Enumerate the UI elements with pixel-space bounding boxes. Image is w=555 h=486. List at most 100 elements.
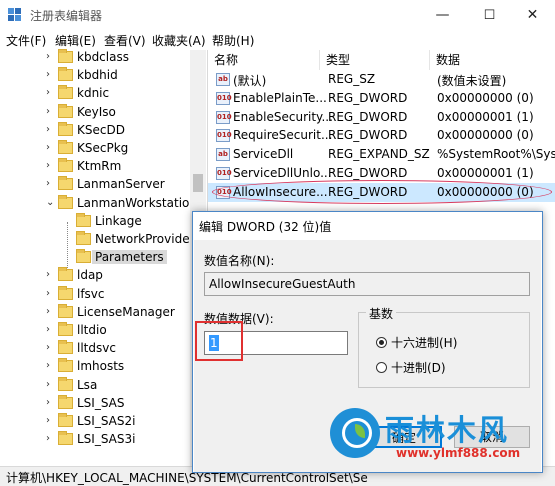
tree-item[interactable]: › LicenseManager xyxy=(0,303,207,322)
tree-item[interactable]: › ldap xyxy=(0,266,207,285)
tree-item-label: kbdhid xyxy=(77,68,118,83)
folder-icon xyxy=(58,322,73,336)
menu-bar: 文件(F) 编辑(E) 查看(V) 收藏夹(A) 帮助(H) xyxy=(0,30,555,50)
list-row[interactable]: 010 EnableSecurity... REG_DWORD 0x00000001 … xyxy=(208,108,555,127)
folder-icon xyxy=(58,49,73,63)
chevron-right-icon[interactable] xyxy=(64,233,72,245)
column-header-name[interactable]: 名称 xyxy=(208,50,320,70)
tree-item[interactable]: › lltdsvc xyxy=(0,339,207,358)
minimize-button[interactable]: — xyxy=(420,0,465,30)
binary-value-icon: 010 xyxy=(216,129,232,143)
folder-icon xyxy=(58,267,73,282)
chevron-right-icon[interactable]: › xyxy=(46,397,54,409)
chevron-right-icon[interactable]: › xyxy=(46,324,54,336)
tree-item-label: LSI_SAS3i xyxy=(77,432,136,447)
radio-hex[interactable] xyxy=(376,337,387,348)
tree-item[interactable]: › kbdhid xyxy=(0,66,207,85)
value-type: REG_DWORD xyxy=(328,166,408,180)
binary-value-icon: 010 xyxy=(216,110,232,124)
string-value-icon: ab xyxy=(216,148,230,162)
tree-item[interactable]: › LSI_SAS3i xyxy=(0,430,207,449)
tree-item-label: NetworkProvider xyxy=(95,232,195,246)
tree-item[interactable]: › LSI_SAS2i xyxy=(0,412,207,431)
folder-icon xyxy=(76,212,91,227)
value-data: %SystemRoot%\Syster xyxy=(437,147,555,162)
folder-icon xyxy=(58,121,73,136)
list-row[interactable]: 010 EnablePlainTe... REG_DWORD 0x00000000 (… xyxy=(208,89,555,108)
folder-icon xyxy=(58,85,73,100)
tree-item[interactable]: ⌄ LanmanWorkstation xyxy=(0,194,207,213)
maximize-button[interactable]: ☐ xyxy=(467,0,512,30)
list-row[interactable]: ab (默认) REG_SZ (数值未设置) xyxy=(208,70,555,89)
chevron-right-icon[interactable]: › xyxy=(46,306,54,318)
tree-item[interactable]: › KSecDD xyxy=(0,121,207,140)
tree-item-label: Linkage xyxy=(95,213,142,228)
chevron-right-icon[interactable] xyxy=(64,215,72,227)
chevron-right-icon[interactable]: › xyxy=(46,415,54,427)
value-data: 0x00000000 (0) xyxy=(437,90,534,105)
registry-tree[interactable]: › kbdclass › kbdhid › kdnic › KeyIso › KSecDD › KSe… xyxy=(0,48,208,466)
chevron-right-icon[interactable]: › xyxy=(46,360,54,372)
list-row[interactable]: ab ServiceDll REG_EXPAND_SZ %SystemRoot%\Sy… xyxy=(208,145,555,164)
menu-edit[interactable]: 编辑(E) xyxy=(55,32,96,49)
close-button[interactable]: ✕ xyxy=(510,0,555,30)
chevron-right-icon[interactable]: › xyxy=(46,69,54,81)
chevron-right-icon[interactable]: › xyxy=(46,142,54,154)
chevron-right-icon[interactable]: › xyxy=(46,379,54,391)
tree-item[interactable]: › KtmRm xyxy=(0,157,207,176)
value-type: REG_DWORD xyxy=(328,109,408,124)
radio-dec[interactable] xyxy=(376,362,387,373)
binary-value-icon: 010 xyxy=(216,91,232,105)
chevron-right-icon[interactable]: › xyxy=(46,342,54,354)
tree-item-label: KSecPkg xyxy=(77,141,129,155)
tree-scrollbar-thumb[interactable] xyxy=(193,174,203,192)
tree-item[interactable]: Parameters xyxy=(0,248,207,267)
tree-item[interactable]: › KeyIso xyxy=(0,103,207,122)
tree-item[interactable]: › KSecPkg xyxy=(0,139,207,158)
tree-item[interactable]: › lfsvc xyxy=(0,285,207,304)
column-header-type[interactable]: 类型 xyxy=(320,50,430,70)
radio-hex-label[interactable]: 十六进制(H) xyxy=(391,334,457,351)
chevron-right-icon[interactable]: › xyxy=(46,106,54,118)
tree-item-label: Lsa xyxy=(77,377,98,392)
tree-item[interactable]: › LanmanServer xyxy=(0,175,207,194)
menu-view[interactable]: 查看(V) xyxy=(104,32,146,49)
chevron-right-icon[interactable]: › xyxy=(46,178,54,190)
string-value-icon: ab xyxy=(216,73,230,86)
tree-item[interactable]: › lmhosts xyxy=(0,357,207,376)
chevron-right-icon[interactable]: › xyxy=(46,160,54,172)
tree-item[interactable]: Linkage xyxy=(0,212,207,231)
value-name: EnablePlainTe... xyxy=(233,90,327,105)
folder-icon xyxy=(58,303,73,318)
folder-icon xyxy=(58,431,73,446)
tree-item[interactable]: › kdnic xyxy=(0,84,207,103)
tree-item[interactable]: › kbdclass xyxy=(0,48,207,67)
folder-icon xyxy=(58,285,73,300)
tree-item[interactable]: NetworkProvider xyxy=(0,230,207,249)
folder-icon xyxy=(58,376,73,391)
chevron-right-icon[interactable] xyxy=(64,251,72,263)
column-header-data[interactable]: 数据 xyxy=(430,50,555,70)
value-name-label: 数值名称(N): xyxy=(204,254,275,268)
chevron-right-icon[interactable]: › xyxy=(46,51,54,63)
radio-dec-label[interactable]: 十进制(D) xyxy=(391,359,446,376)
list-row[interactable]: 010 RequireSecurit... REG_DWORD 0x00000000 … xyxy=(208,126,555,145)
chevron-right-icon[interactable]: › xyxy=(46,288,54,300)
chevron-right-icon[interactable]: › xyxy=(46,269,54,281)
chevron-right-icon[interactable]: › xyxy=(46,87,54,99)
tree-item[interactable]: › lltdio xyxy=(0,321,207,340)
chevron-down-icon[interactable]: ⌄ xyxy=(46,197,54,209)
folder-icon xyxy=(58,103,73,118)
tree-item[interactable]: › Lsa xyxy=(0,376,207,395)
menu-help[interactable]: 帮助(H) xyxy=(212,32,254,49)
chevron-right-icon[interactable]: › xyxy=(46,124,54,136)
regedit-app-icon xyxy=(8,8,21,21)
chevron-right-icon[interactable]: › xyxy=(46,433,54,445)
value-data: 0x00000000 (0) xyxy=(437,128,534,143)
tree-item[interactable]: › LSI_SAS xyxy=(0,394,207,413)
tree-item-label: KeyIso xyxy=(77,104,116,119)
menu-favorites[interactable]: 收藏夹(A) xyxy=(152,32,206,49)
tree-item-label: ldap xyxy=(77,268,103,283)
value-data: 0x00000001 (1) xyxy=(437,109,534,124)
menu-file[interactable]: 文件(F) xyxy=(6,32,46,49)
